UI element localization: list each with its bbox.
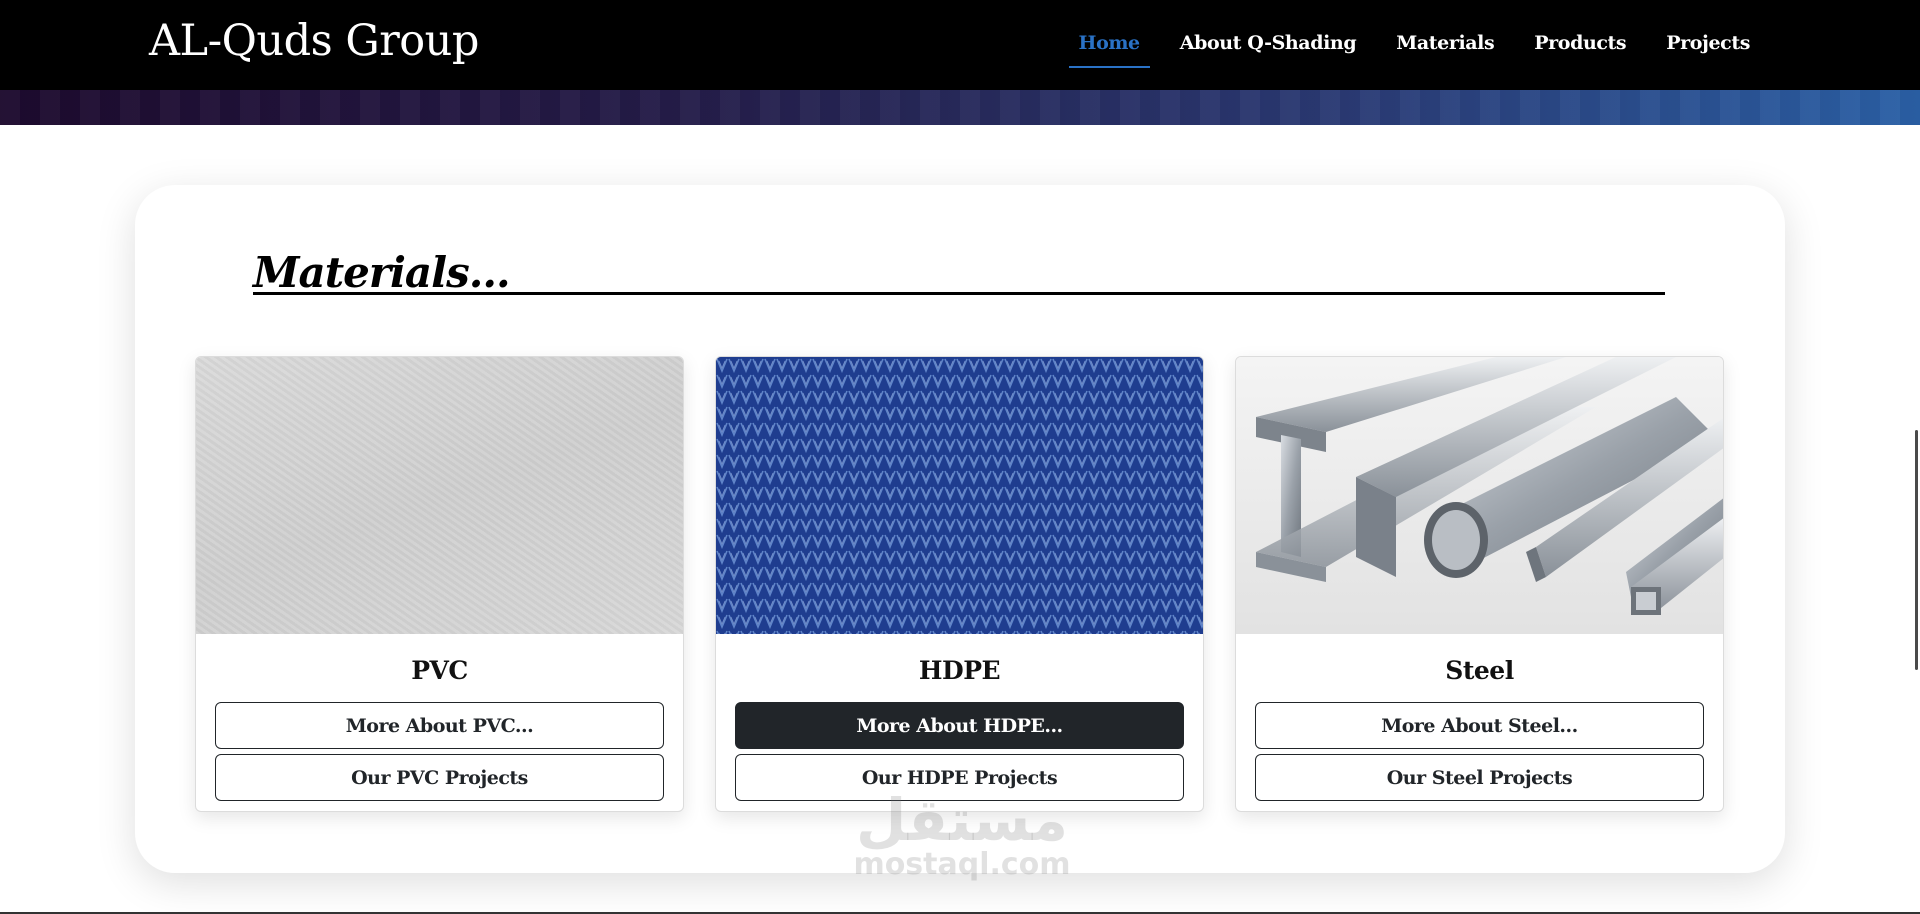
hdpe-mesh-pattern [716, 357, 1203, 634]
watermark-arabic: مستقل [855, 786, 1069, 854]
brand-logo[interactable]: AL-Quds Group [149, 16, 479, 66]
watermark-latin: mostaql.com [853, 847, 1071, 882]
more-about-steel-button[interactable]: More About Steel... [1255, 702, 1704, 749]
nav-link-about[interactable]: About Q-Shading [1170, 28, 1367, 68]
more-about-pvc-button[interactable]: More About PVC... [215, 702, 664, 749]
scrollbar-thumb[interactable] [1915, 430, 1918, 670]
title-underline [253, 292, 1665, 295]
section-title: Materials... [253, 248, 511, 297]
card-title: Steel [1445, 656, 1514, 685]
hdpe-mesh-image [716, 357, 1203, 634]
nav-link-projects[interactable]: Projects [1656, 28, 1760, 68]
steel-projects-button[interactable]: Our Steel Projects [1255, 754, 1704, 801]
nav-link-materials[interactable]: Materials [1386, 28, 1504, 68]
pvc-texture-image [196, 357, 683, 634]
material-card-steel: Steel More About Steel... Our Steel Proj… [1235, 356, 1724, 812]
steel-profiles-image [1236, 357, 1723, 634]
nav-links: Home About Q-Shading Materials Products … [1049, 28, 1760, 68]
nav-link-home[interactable]: Home [1068, 28, 1150, 68]
steel-profiles-illustration [1256, 357, 1723, 615]
material-card-hdpe: HDPE More About HDPE... Our HDPE Project… [715, 356, 1204, 812]
material-card-pvc: PVC More About PVC... Our PVC Projects [195, 356, 684, 812]
card-title: HDPE [918, 656, 1001, 685]
pvc-projects-button[interactable]: Our PVC Projects [215, 754, 664, 801]
navbar: AL-Quds Group Home About Q-Shading Mater… [0, 0, 1920, 90]
card-title: PVC [411, 656, 468, 685]
nav-link-products[interactable]: Products [1524, 28, 1636, 68]
header-gradient-band [0, 90, 1920, 125]
more-about-hdpe-button[interactable]: More About HDPE... [735, 702, 1184, 749]
watermark: مستقل mostaql.com [842, 790, 1082, 880]
